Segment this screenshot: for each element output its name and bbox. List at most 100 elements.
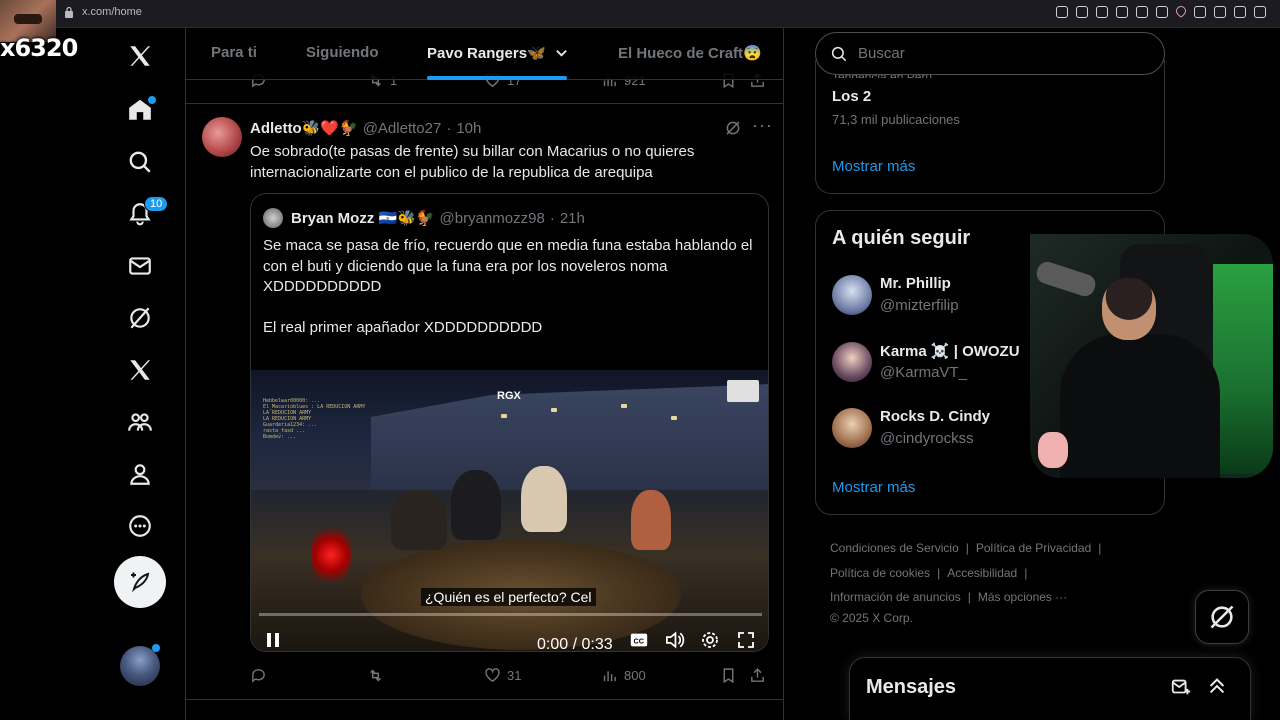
share-button[interactable]	[749, 667, 766, 684]
volume-button[interactable]	[664, 630, 685, 650]
nav-profile[interactable]	[118, 452, 162, 496]
like-count: 31	[507, 668, 522, 683]
fullscreen-icon	[738, 632, 754, 648]
author-handle[interactable]: @Adletto27	[363, 120, 442, 137]
video-frame-light	[671, 416, 677, 420]
more-options-icon[interactable]: ···	[752, 115, 773, 136]
pause-button[interactable]	[263, 630, 283, 650]
follow-avatar[interactable]	[832, 275, 872, 315]
video-progress-bar[interactable]	[259, 613, 762, 616]
grok-floating-button[interactable]	[1195, 590, 1249, 644]
author-name[interactable]: Adletto🐝❤️🐓	[250, 119, 358, 137]
feather-plus-icon	[131, 572, 150, 593]
captions-icon: CC	[630, 633, 648, 647]
search-input[interactable]: Buscar	[815, 32, 1165, 75]
video-player[interactable]: Hebbelwar00000: ... El_Macarioblues : LA…	[251, 370, 768, 651]
nav-communities[interactable]	[118, 400, 162, 444]
new-message-button[interactable]	[1170, 676, 1192, 703]
more-circle-icon	[129, 515, 151, 537]
follow-name[interactable]: Rocks D. Cindy	[880, 408, 990, 425]
tab-siguiendo[interactable]: Siguiendo	[306, 44, 379, 61]
tab-pavo-rangers[interactable]: Pavo Rangers🦋	[427, 44, 569, 62]
nav-grok[interactable]	[118, 296, 162, 340]
pin-icon[interactable]	[1076, 6, 1088, 18]
separator-dot: ·	[446, 119, 452, 137]
retweet-icon	[370, 669, 381, 682]
video-frame-person	[451, 470, 501, 540]
quoted-post[interactable]: Bryan Mozz 🇸🇻🐝🐓 @bryanmozz98 · 21h Se ma…	[250, 193, 769, 652]
gear-icon	[702, 632, 718, 648]
address-bar[interactable]: x.com/home	[64, 6, 142, 18]
video-settings-button[interactable]	[700, 630, 720, 650]
bookmark-button[interactable]	[720, 667, 737, 684]
nav-premium[interactable]	[118, 348, 162, 392]
views-chart-icon	[603, 671, 616, 682]
like-button[interactable]: 31	[484, 667, 521, 684]
browser-extension-icons	[1056, 3, 1266, 19]
copyright-text: © 2025 X Corp.	[830, 610, 913, 625]
views-button[interactable]: 800	[601, 667, 646, 684]
grok-explain-button[interactable]	[724, 119, 742, 142]
captions-button[interactable]: CC	[629, 630, 649, 650]
follow-avatar[interactable]	[832, 342, 872, 382]
more-options-link[interactable]: Más opciones ···	[978, 590, 1067, 604]
fullscreen-button[interactable]	[736, 630, 756, 650]
separator: |	[1024, 565, 1028, 580]
nav-explore[interactable]	[118, 140, 162, 184]
bookmark-icon	[723, 668, 734, 684]
video-download-overlay-icon[interactable]	[727, 380, 759, 402]
privacy-link[interactable]: Política de Privacidad	[976, 541, 1091, 555]
extensions-icon[interactable]	[1194, 6, 1206, 18]
video-subtitle: ¿Quién es el perfecto? Cel	[421, 588, 596, 606]
x-logo[interactable]	[118, 34, 162, 78]
block-icon[interactable]	[1136, 6, 1148, 18]
zoom-icon[interactable]	[1056, 6, 1068, 18]
reply-icon	[252, 669, 265, 683]
ads-info-link[interactable]: Información de anuncios	[830, 590, 961, 604]
separator-dot: ·	[549, 209, 555, 227]
heart-outline-icon	[485, 668, 500, 683]
video-frame-person	[631, 490, 671, 550]
follow-show-more-link[interactable]: Mostrar más	[832, 479, 915, 496]
cookies-link[interactable]: Política de cookies	[830, 566, 930, 580]
url-text: x.com/home	[82, 6, 142, 18]
tab-para-ti[interactable]: Para ti	[211, 44, 257, 61]
accessibility-link[interactable]: Accesibilidad	[947, 566, 1017, 580]
nav-notifications[interactable]: 10	[118, 192, 169, 236]
nav-home[interactable]	[118, 88, 162, 132]
trends-show-more-link[interactable]: Mostrar más	[832, 158, 915, 175]
quoted-author-name: Bryan Mozz 🇸🇻🐝🐓	[291, 210, 435, 227]
follow-name[interactable]: Karma ☠️ | OWOZU	[880, 342, 1020, 360]
expand-drawer-button[interactable]	[1206, 675, 1228, 702]
compose-post-button[interactable]	[114, 556, 166, 608]
trend-name[interactable]: Los 2	[832, 88, 871, 105]
heart-icon[interactable]	[1173, 3, 1189, 19]
play-icon[interactable]	[1156, 6, 1168, 18]
follow-avatar[interactable]	[832, 408, 872, 448]
video-watermark-logo: RGX	[497, 390, 521, 402]
messages-drawer-title: Mensajes	[866, 676, 957, 698]
nav-more[interactable]	[118, 504, 162, 548]
messages-drawer[interactable]: Mensajes	[849, 657, 1251, 720]
browser-toolbar: x.com/home	[0, 0, 1280, 28]
follow-handle: @mizterfilip	[880, 297, 959, 314]
post-time[interactable]: 10h	[456, 120, 481, 137]
account-avatar[interactable]	[120, 644, 160, 686]
menu-icon[interactable]	[1254, 6, 1266, 18]
separator: |	[1098, 541, 1102, 555]
nav-messages[interactable]	[118, 244, 162, 288]
follow-name[interactable]: Mr. Phillip	[880, 275, 951, 292]
share-icon[interactable]	[1214, 6, 1226, 18]
reply-button[interactable]	[250, 667, 273, 684]
tab-el-hueco-de-craft[interactable]: El Hueco de Craft😨	[618, 44, 762, 62]
quoted-post-time: 21h	[559, 209, 585, 227]
author-avatar[interactable]	[202, 117, 242, 157]
download-icon[interactable]	[1234, 6, 1246, 18]
shield-icon[interactable]	[1116, 6, 1128, 18]
separator: |	[965, 541, 969, 555]
bookmark-icon[interactable]	[1096, 6, 1108, 18]
x-premium-icon	[130, 360, 151, 380]
terms-link[interactable]: Condiciones de Servicio	[830, 541, 959, 555]
quoted-author-handle: @bryanmozz98	[439, 209, 545, 227]
retweet-button[interactable]	[367, 667, 390, 684]
